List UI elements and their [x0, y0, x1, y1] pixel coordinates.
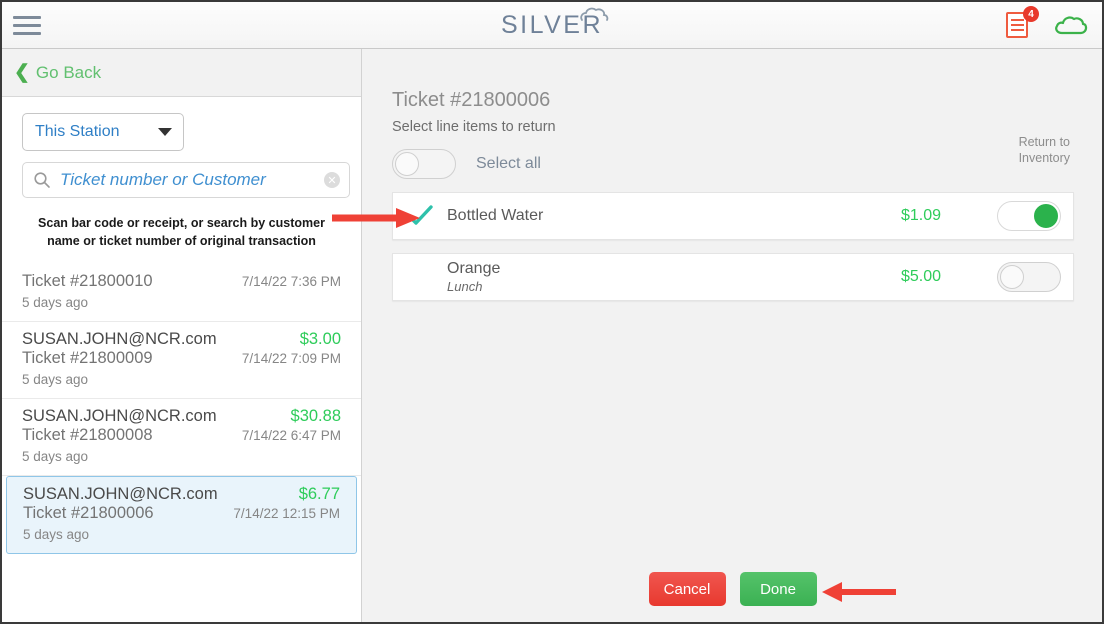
ticket-list-item[interactable]: SUSAN.JOHN@NCR.com $6.77 Ticket #21800006 7…	[6, 476, 357, 555]
check-icon	[407, 205, 433, 225]
return-to-inventory-line-2: Inventory	[1018, 150, 1070, 165]
line-item-list: Bottled Water $1.09 Orange Lunch $5.00	[392, 192, 1074, 301]
search-hint: Scan bar code or receipt, or search by c…	[18, 214, 345, 250]
select-all-toggle[interactable]	[392, 149, 456, 179]
receipt-count-badge: 4	[1023, 6, 1039, 22]
cancel-button[interactable]: Cancel	[648, 572, 726, 606]
ticket-amount: $6.77	[298, 485, 340, 504]
go-back-button[interactable]: ❮ Go Back	[2, 49, 361, 97]
line-item-details: Bottled Water	[447, 207, 901, 225]
chevron-left-icon: ❮	[14, 62, 30, 83]
ticket-list-item[interactable]: SUSAN.JOHN@NCR.com $30.88 Ticket #21800008…	[2, 399, 361, 477]
search-hint-line-2: name or ticket number of original transa…	[47, 234, 316, 249]
search-input[interactable]	[60, 170, 324, 190]
station-filter-value: This Station	[35, 123, 120, 140]
return-items-panel: Ticket #21800006 Select line items to re…	[363, 49, 1102, 622]
hamburger-menu-icon[interactable]	[13, 13, 43, 37]
clear-search-icon[interactable]: ✕	[324, 172, 340, 188]
page-subtitle: Select line items to return	[392, 119, 556, 135]
toggle-knob	[1034, 204, 1058, 228]
ticket-customer-email: SUSAN.JOHN@NCR.com	[23, 485, 218, 504]
select-all-row: Select all Return to Inventory	[392, 135, 1072, 179]
search-hint-line-1: Scan bar code or receipt, or search by c…	[38, 216, 325, 230]
return-to-inventory-header: Return to Inventory	[1019, 135, 1070, 166]
logo-cloud-icon	[580, 7, 609, 21]
ticket-search-box[interactable]: ✕	[22, 162, 350, 198]
ticket-amount: $3.00	[299, 330, 341, 349]
ticket-list: Ticket #21800010 7/14/22 7:36 PM 5 days ag…	[2, 264, 361, 555]
toggle-knob	[1000, 265, 1024, 289]
line-item-selected-indicator[interactable]	[393, 204, 447, 228]
return-to-inventory-line-1: Return to	[1018, 135, 1070, 149]
line-item-price: $5.00	[900, 268, 941, 285]
ticket-customer-email: SUSAN.JOHN@NCR.com	[22, 407, 217, 426]
line-item-details: Orange Lunch	[447, 260, 901, 294]
app-window: SILVER 4 ❮ Go Back This Station Ticket n…	[0, 0, 1104, 624]
ticket-relative-time: 5 days ago	[22, 372, 89, 388]
ticket-relative-time: 5 days ago	[22, 449, 89, 465]
ticket-customer-email: SUSAN.JOHN@NCR.com	[22, 330, 217, 349]
ticket-number: Ticket #21800006	[23, 504, 154, 523]
line-item-modifier: Lunch	[447, 279, 483, 294]
hamburger-bar	[13, 31, 41, 35]
app-logo: SILVER	[2, 7, 1102, 40]
action-buttons: Cancel Done	[363, 572, 1102, 606]
hamburger-bar	[13, 15, 41, 19]
ticket-datetime: 7/14/22 6:47 PM	[241, 428, 341, 444]
search-icon	[34, 172, 50, 188]
ticket-number: Ticket #21800008	[22, 426, 153, 445]
receipt-line	[1010, 29, 1024, 31]
station-filter-dropdown[interactable]: This Station	[22, 113, 184, 151]
page-title: Ticket #21800006	[392, 89, 551, 111]
ticket-datetime: 7/14/22 7:36 PM	[241, 274, 341, 290]
ticket-number: Ticket #21800010	[22, 272, 153, 291]
select-all-label: Select all	[476, 155, 541, 172]
ticket-list-item[interactable]: SUSAN.JOHN@NCR.com $3.00 Ticket #21800009 7…	[2, 322, 361, 400]
return-to-inventory-toggle[interactable]	[997, 262, 1061, 292]
line-item-price: $1.09	[900, 207, 941, 224]
top-bar-icons: 4	[1006, 6, 1088, 40]
line-item-row[interactable]: Orange Lunch $5.00	[392, 253, 1074, 301]
ticket-number: Ticket #21800009	[22, 349, 153, 368]
receipt-line	[1010, 24, 1024, 26]
return-to-inventory-toggle[interactable]	[997, 201, 1061, 231]
ticket-datetime: 7/14/22 7:09 PM	[241, 351, 341, 367]
go-back-label: Go Back	[35, 62, 102, 82]
ticket-relative-time: 5 days ago	[22, 295, 89, 311]
hamburger-bar	[13, 23, 41, 27]
line-item-name: Orange	[447, 260, 501, 277]
top-navigation-bar: SILVER 4	[2, 2, 1102, 49]
ticket-sidebar: ❮ Go Back This Station ✕ Scan bar code o…	[2, 49, 362, 622]
chevron-down-icon	[158, 128, 172, 136]
ticket-list-item[interactable]: Ticket #21800010 7/14/22 7:36 PM 5 days ag…	[2, 264, 361, 323]
ticket-datetime: 7/14/22 12:15 PM	[233, 506, 340, 522]
ticket-relative-time: 5 days ago	[23, 527, 90, 543]
done-button[interactable]: Done	[739, 572, 817, 606]
logo-text: SILVER	[500, 11, 604, 39]
line-item-name: Bottled Water	[447, 207, 544, 224]
cloud-sync-icon[interactable]	[1054, 13, 1088, 37]
line-item-row[interactable]: Bottled Water $1.09	[392, 192, 1074, 240]
receipt-line	[1010, 19, 1024, 21]
open-tickets-button[interactable]: 4	[1006, 6, 1039, 40]
toggle-knob	[395, 152, 419, 176]
ticket-amount: $30.88	[290, 407, 341, 426]
